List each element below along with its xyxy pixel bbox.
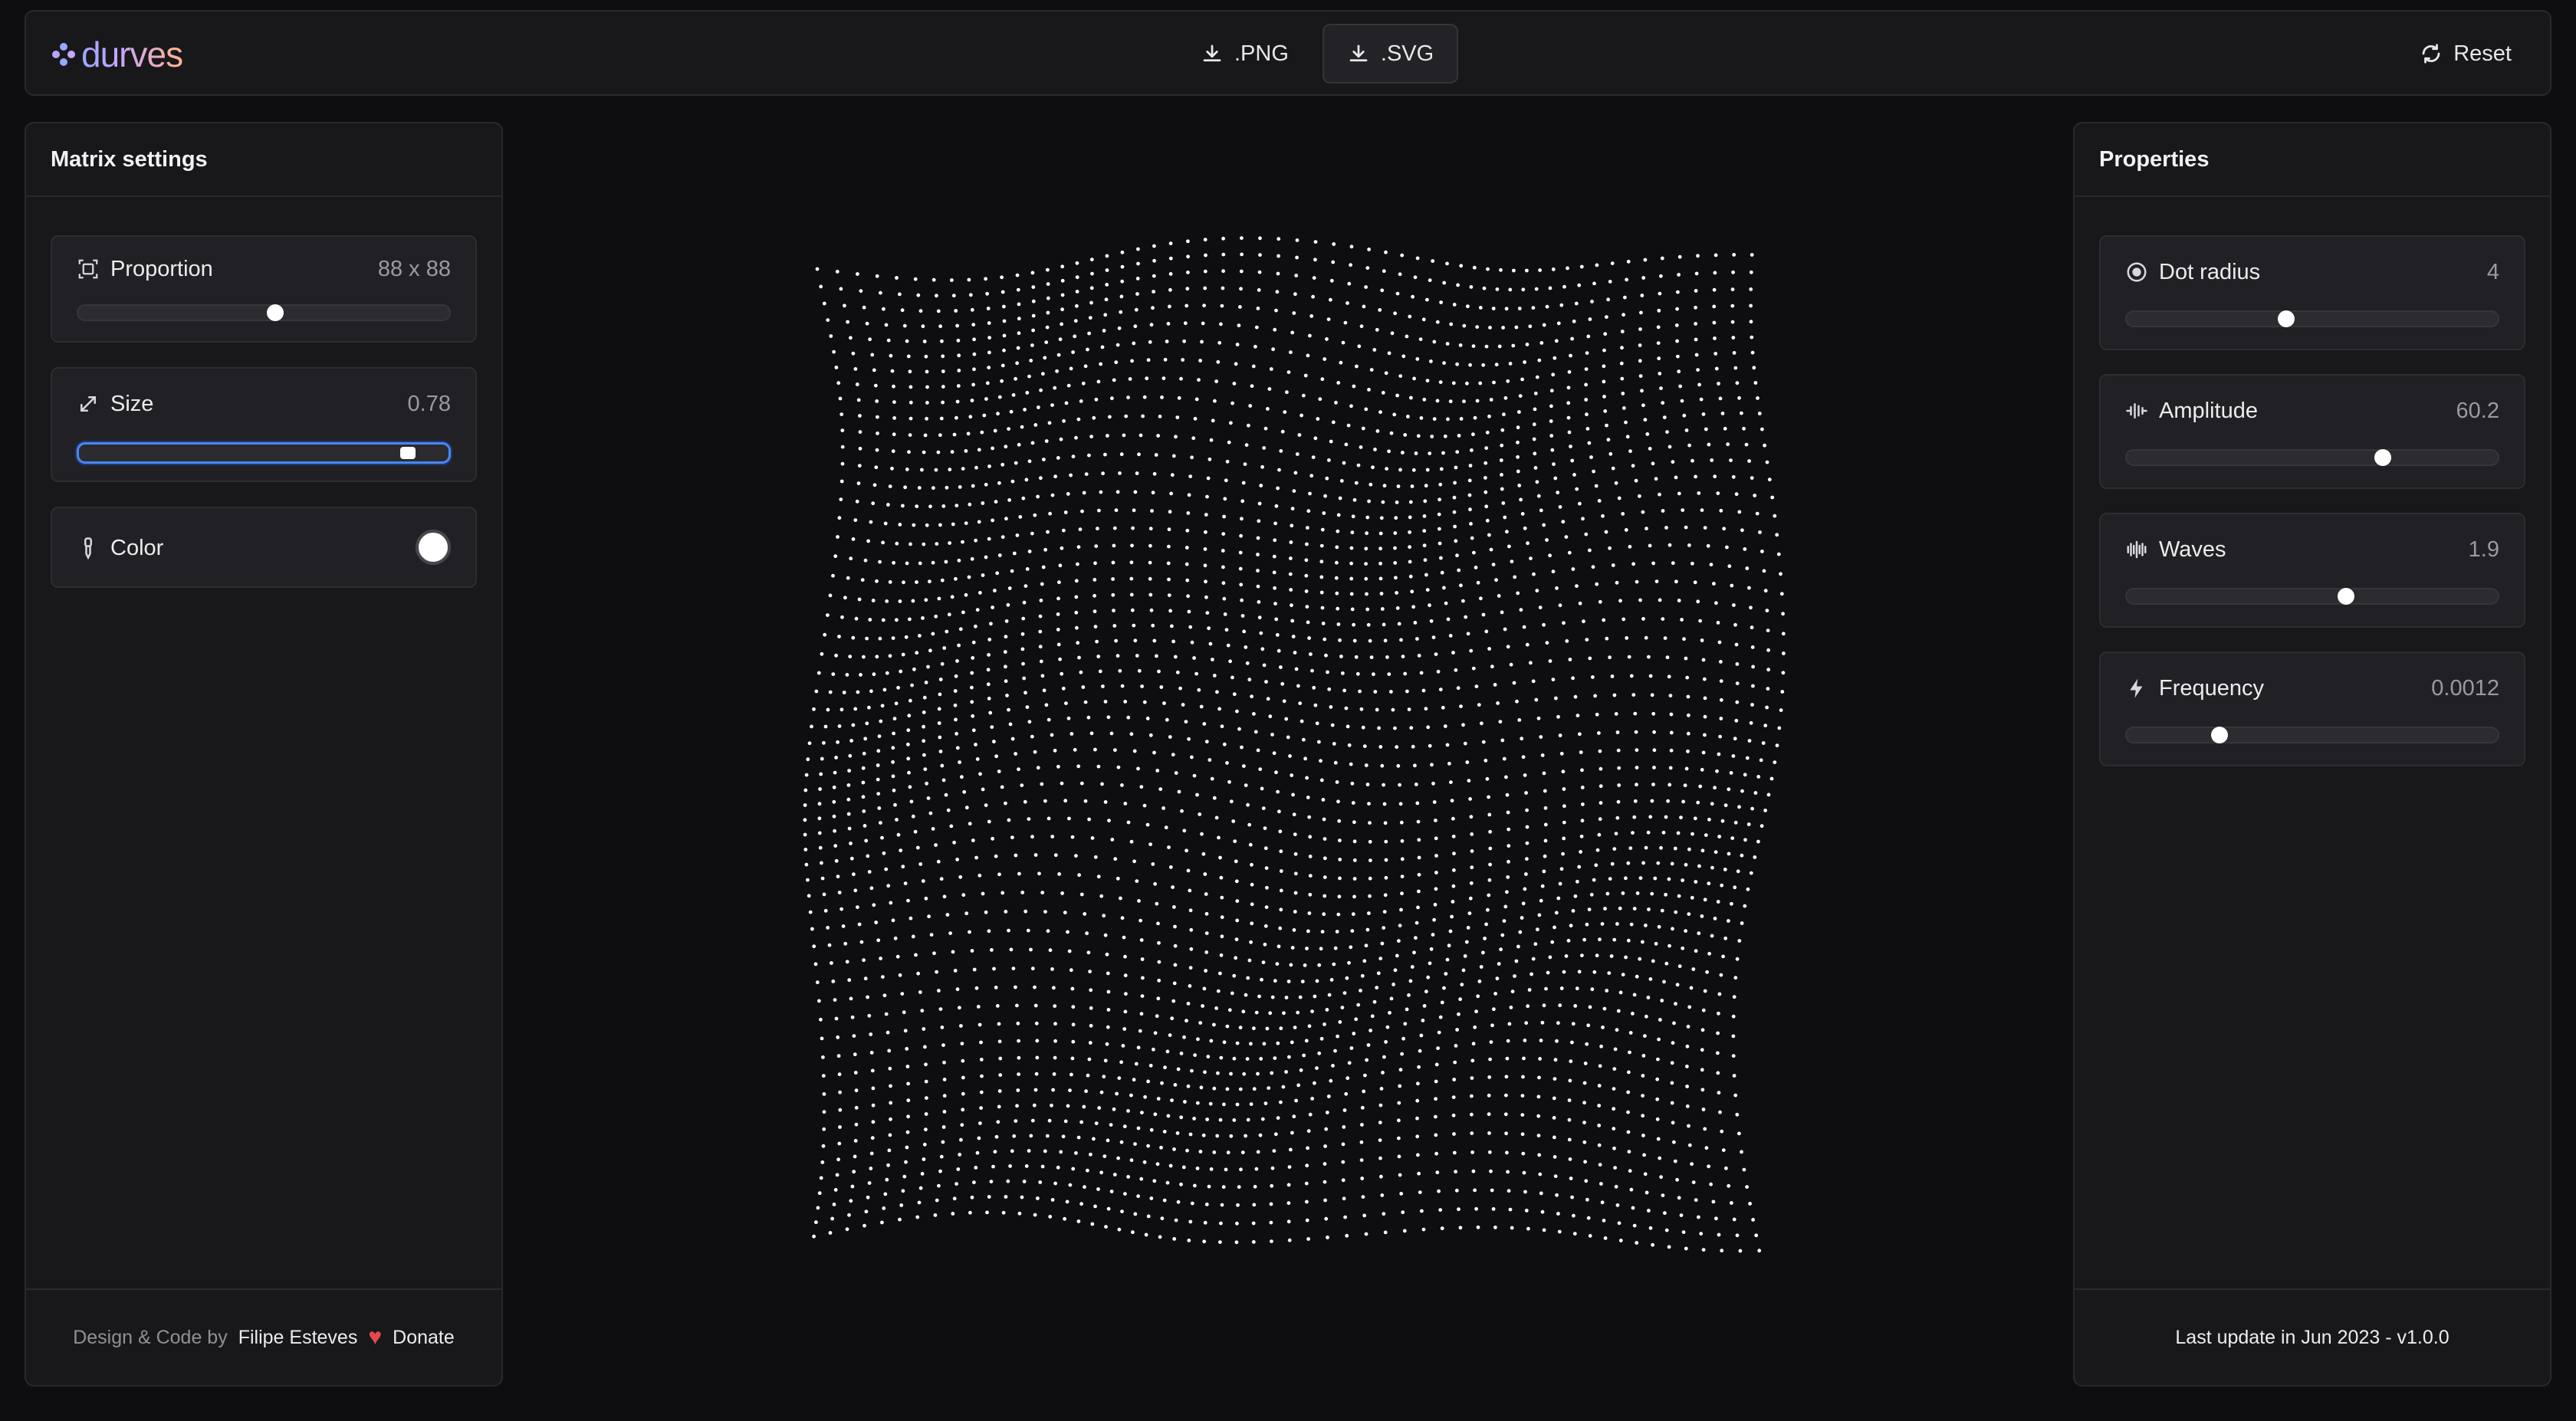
waves-label: Waves	[2159, 537, 2226, 562]
dot-matrix-canvas	[503, 122, 2073, 1387]
frequency-slider[interactable]	[2125, 727, 2499, 743]
pipette-icon	[77, 537, 100, 560]
proportion-value: 88 x 88	[377, 256, 451, 281]
waveform-icon	[2125, 538, 2148, 561]
frequency-value: 0.0012	[2431, 675, 2499, 701]
amplitude-slider-thumb[interactable]	[2374, 449, 2391, 466]
dot-radius-slider-thumb[interactable]	[2278, 310, 2295, 327]
color-swatch[interactable]	[416, 530, 451, 565]
matrix-settings-panel: Matrix settings Proportion 88 x 88 Size …	[25, 122, 503, 1387]
reset-button[interactable]: Reset	[2395, 24, 2536, 84]
credits-footer: Design & Code by Filipe Esteves ♥ Donate	[26, 1288, 501, 1385]
refresh-icon	[2420, 42, 2443, 65]
amplitude-icon	[2125, 399, 2148, 422]
download-png-button[interactable]: .PNG	[1176, 24, 1313, 84]
proportion-card: Proportion 88 x 88	[51, 235, 477, 343]
proportion-slider[interactable]	[77, 304, 451, 321]
app-name: durves	[81, 34, 183, 74]
amplitude-value: 60.2	[2456, 398, 2499, 423]
frame-icon	[77, 258, 100, 281]
size-slider-thumb[interactable]	[399, 447, 416, 459]
download-png-label: .PNG	[1234, 41, 1289, 66]
download-icon	[1201, 42, 1224, 65]
author-link[interactable]: Filipe Esteves	[238, 1327, 358, 1349]
download-icon	[1347, 42, 1370, 65]
donate-link[interactable]: Donate	[393, 1327, 455, 1349]
panel-title: Properties	[2075, 123, 2550, 197]
lightning-icon	[2125, 677, 2148, 700]
proportion-slider-thumb[interactable]	[266, 304, 284, 321]
size-label: Size	[110, 391, 154, 416]
version-footer: Last update in Jun 2023 - v1.0.0	[2075, 1288, 2550, 1385]
color-card: Color	[51, 507, 477, 588]
dot-radius-card: Dot radius 4	[2099, 235, 2525, 350]
size-card: Size 0.78	[51, 367, 477, 482]
top-bar: durves .PNG .SVG Reset	[25, 10, 2551, 96]
dot-matrix	[803, 236, 1786, 1253]
last-update-text: Last update in Jun 2023 - v1.0.0	[2175, 1326, 2450, 1348]
waves-slider[interactable]	[2125, 588, 2499, 605]
reset-label: Reset	[2453, 41, 2512, 66]
proportion-label: Proportion	[110, 256, 213, 281]
frequency-label: Frequency	[2159, 675, 2265, 701]
radius-icon	[2125, 261, 2148, 284]
waves-card: Waves 1.9	[2099, 513, 2525, 628]
size-value: 0.78	[407, 391, 451, 416]
color-label: Color	[110, 535, 164, 560]
logo[interactable]: durves	[51, 31, 183, 77]
expand-icon	[77, 392, 100, 415]
credits-text: Design & Code by	[73, 1326, 228, 1348]
properties-panel: Properties Dot radius 4 Amplitude 60.2 W…	[2073, 122, 2551, 1387]
amplitude-card: Amplitude 60.2	[2099, 374, 2525, 489]
logo-icon	[52, 43, 75, 66]
waves-value: 1.9	[2468, 537, 2499, 562]
dot-radius-slider[interactable]	[2125, 310, 2499, 327]
amplitude-slider[interactable]	[2125, 449, 2499, 466]
download-svg-label: .SVG	[1380, 41, 1434, 66]
frequency-slider-thumb[interactable]	[2211, 727, 2228, 743]
dot-radius-label: Dot radius	[2159, 259, 2261, 284]
waves-slider-thumb[interactable]	[2337, 588, 2354, 605]
heart-icon: ♥	[368, 1324, 383, 1350]
panel-title: Matrix settings	[26, 123, 501, 197]
download-svg-button[interactable]: .SVG	[1322, 24, 1459, 84]
size-slider[interactable]	[77, 442, 451, 464]
dot-radius-value: 4	[2486, 259, 2499, 284]
frequency-card: Frequency 0.0012	[2099, 651, 2525, 766]
amplitude-label: Amplitude	[2159, 398, 2258, 423]
